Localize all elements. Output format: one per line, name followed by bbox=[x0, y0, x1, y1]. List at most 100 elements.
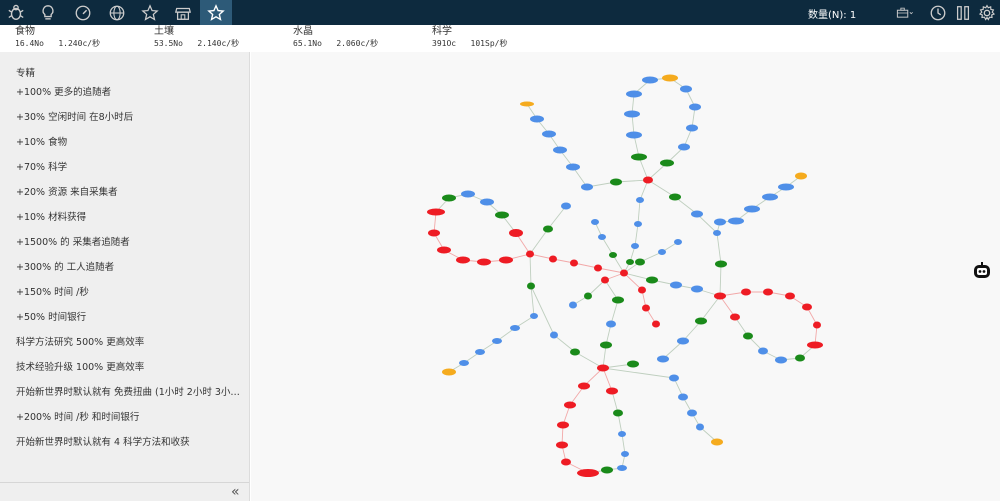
specialty-node[interactable] bbox=[577, 469, 599, 477]
specialty-node[interactable] bbox=[669, 193, 681, 201]
specialty-tree-graph[interactable] bbox=[251, 52, 1000, 501]
specialty-node[interactable] bbox=[570, 259, 578, 267]
specialty-node[interactable] bbox=[584, 292, 592, 300]
specialty-node[interactable] bbox=[549, 255, 557, 263]
specialty-node[interactable] bbox=[621, 451, 629, 457]
specialty-node[interactable] bbox=[600, 341, 612, 349]
specialty-node[interactable] bbox=[556, 441, 568, 449]
specialty-node[interactable] bbox=[689, 103, 701, 111]
specialty-node[interactable] bbox=[669, 374, 679, 382]
specialty-node[interactable] bbox=[626, 90, 642, 98]
specialty-node[interactable] bbox=[763, 288, 773, 296]
specialty-node[interactable] bbox=[658, 249, 666, 255]
tab-bug[interactable] bbox=[0, 0, 32, 25]
specialty-node[interactable] bbox=[480, 198, 494, 206]
specialty-node[interactable] bbox=[643, 176, 653, 184]
specialty-node[interactable] bbox=[581, 183, 593, 191]
specialty-node[interactable] bbox=[437, 246, 451, 254]
specialty-tree-canvas[interactable] bbox=[251, 52, 1000, 501]
specialty-node[interactable] bbox=[624, 110, 640, 118]
specialty-node[interactable] bbox=[802, 303, 812, 311]
specialty-node[interactable] bbox=[492, 338, 502, 344]
specialty-node[interactable] bbox=[762, 193, 778, 201]
tab-favorites[interactable] bbox=[134, 0, 166, 25]
specialty-node[interactable] bbox=[578, 382, 590, 390]
specialty-node[interactable] bbox=[566, 163, 580, 171]
specialty-node[interactable] bbox=[807, 341, 823, 349]
specialty-node[interactable] bbox=[613, 409, 623, 417]
specialty-node[interactable] bbox=[428, 229, 440, 237]
specialty-node[interactable] bbox=[695, 317, 707, 325]
specialty-node[interactable] bbox=[557, 421, 569, 429]
robot-helper-button[interactable] bbox=[972, 261, 992, 281]
specialty-node[interactable] bbox=[713, 230, 721, 236]
specialty-node[interactable] bbox=[543, 225, 553, 233]
specialty-node[interactable] bbox=[696, 423, 704, 431]
specialty-node[interactable] bbox=[638, 286, 646, 294]
specialty-node[interactable] bbox=[561, 202, 571, 210]
pause-button[interactable] bbox=[953, 2, 973, 23]
specialty-node[interactable] bbox=[553, 146, 567, 154]
specialty-node[interactable] bbox=[662, 74, 678, 82]
tab-world[interactable] bbox=[101, 0, 133, 25]
specialty-node[interactable] bbox=[597, 364, 609, 372]
specialty-node[interactable] bbox=[601, 276, 609, 284]
specialty-node[interactable] bbox=[526, 250, 534, 258]
tab-idea[interactable] bbox=[32, 0, 64, 25]
specialty-node[interactable] bbox=[714, 292, 726, 300]
specialty-node[interactable] bbox=[606, 320, 616, 328]
specialty-node[interactable] bbox=[678, 143, 690, 151]
specialty-node[interactable] bbox=[495, 211, 509, 219]
specialty-node[interactable] bbox=[744, 205, 760, 213]
specialty-node[interactable] bbox=[620, 269, 628, 277]
specialty-node[interactable] bbox=[475, 349, 485, 355]
specialty-node[interactable] bbox=[652, 320, 660, 328]
specialty-node[interactable] bbox=[741, 288, 751, 296]
specialty-node[interactable] bbox=[561, 458, 571, 466]
specialty-node[interactable] bbox=[674, 239, 682, 245]
specialty-node[interactable] bbox=[609, 252, 617, 258]
specialty-node[interactable] bbox=[687, 409, 697, 417]
specialty-node[interactable] bbox=[778, 183, 794, 191]
specialty-node[interactable] bbox=[569, 301, 577, 309]
specialty-node[interactable] bbox=[642, 304, 650, 312]
specialty-node[interactable] bbox=[509, 229, 523, 237]
specialty-node[interactable] bbox=[711, 438, 723, 446]
collapse-sidebar-button[interactable]: « bbox=[231, 484, 240, 500]
specialty-node[interactable] bbox=[686, 124, 698, 132]
specialty-node[interactable] bbox=[677, 337, 689, 345]
specialty-node[interactable] bbox=[570, 348, 580, 356]
quantity-selector[interactable]: 数量(N): 1 bbox=[808, 6, 856, 21]
specialty-node[interactable] bbox=[618, 431, 626, 437]
specialty-node[interactable] bbox=[542, 130, 556, 138]
specialty-node[interactable] bbox=[626, 259, 634, 265]
toolbox-button[interactable] bbox=[892, 2, 918, 23]
specialty-node[interactable] bbox=[442, 194, 456, 202]
specialty-node[interactable] bbox=[520, 101, 534, 107]
specialty-node[interactable] bbox=[730, 313, 740, 321]
specialty-node[interactable] bbox=[594, 264, 602, 272]
specialty-node[interactable] bbox=[626, 131, 642, 139]
specialty-node[interactable] bbox=[427, 208, 445, 216]
specialty-node[interactable] bbox=[530, 115, 544, 123]
specialty-node[interactable] bbox=[598, 234, 606, 240]
specialty-node[interactable] bbox=[743, 332, 753, 340]
tab-specialties[interactable] bbox=[200, 0, 232, 25]
specialty-node[interactable] bbox=[631, 243, 639, 249]
specialty-node[interactable] bbox=[813, 321, 821, 329]
specialty-node[interactable] bbox=[795, 354, 805, 362]
specialty-node[interactable] bbox=[627, 360, 639, 368]
specialty-node[interactable] bbox=[715, 260, 727, 268]
specialty-node[interactable] bbox=[691, 285, 703, 293]
specialty-node[interactable] bbox=[646, 276, 658, 284]
specialty-node[interactable] bbox=[510, 325, 520, 331]
specialty-node[interactable] bbox=[728, 217, 744, 225]
specialty-node[interactable] bbox=[785, 292, 795, 300]
specialty-node[interactable] bbox=[636, 197, 644, 203]
specialty-node[interactable] bbox=[456, 256, 470, 264]
specialty-node[interactable] bbox=[670, 281, 682, 289]
specialty-node[interactable] bbox=[564, 401, 576, 409]
specialty-node[interactable] bbox=[678, 393, 688, 401]
specialty-node[interactable] bbox=[642, 76, 658, 84]
specialty-node[interactable] bbox=[530, 313, 538, 319]
